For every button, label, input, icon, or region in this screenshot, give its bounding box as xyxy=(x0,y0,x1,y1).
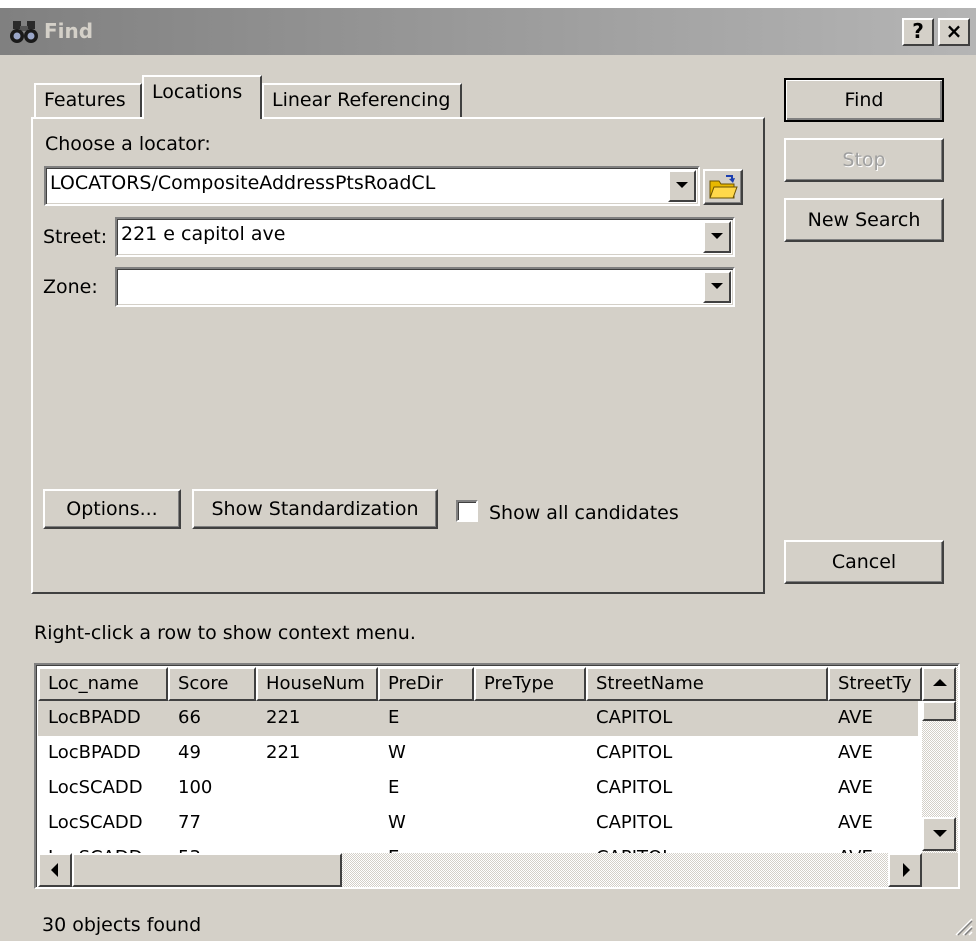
table-cell: AVE xyxy=(838,742,873,763)
table-cell: 49 xyxy=(178,742,201,763)
table-cell: 221 xyxy=(266,707,301,728)
street-dropdown-arrow-icon[interactable] xyxy=(703,221,731,253)
help-button[interactable]: ? xyxy=(902,18,934,46)
column-header-score[interactable]: Score xyxy=(168,667,256,701)
locations-panel: Choose a locator: LOCATORS/CompositeAddr… xyxy=(31,117,765,594)
scroll-up-arrow-icon[interactable] xyxy=(922,667,956,701)
context-menu-hint: Right-click a row to show context menu. xyxy=(34,622,416,644)
table-cell: LocBPADD xyxy=(48,742,141,763)
vertical-scroll-thumb[interactable] xyxy=(922,701,956,721)
show-all-candidates-checkbox[interactable] xyxy=(456,500,478,522)
browse-locator-button[interactable] xyxy=(703,169,743,205)
table-cell: 77 xyxy=(178,812,201,833)
zone-input[interactable] xyxy=(115,267,735,307)
scrollbar-corner xyxy=(922,853,958,887)
horizontal-scroll-thumb[interactable] xyxy=(72,853,342,887)
table-cell: LocSCADD xyxy=(48,812,143,833)
tab-features-label: Features xyxy=(44,89,126,111)
table-row[interactable]: LocSCADD 100 E CAPITOL AVE xyxy=(38,771,918,806)
vertical-scrollbar[interactable] xyxy=(922,667,958,853)
tab-locations[interactable]: Locations xyxy=(142,75,262,119)
table-cell: W xyxy=(388,742,406,763)
new-search-button[interactable]: New Search xyxy=(784,198,944,242)
scroll-right-arrow-icon[interactable] xyxy=(888,853,922,887)
locator-label: Choose a locator: xyxy=(45,133,211,155)
horizontal-scrollbar[interactable] xyxy=(38,853,922,887)
locator-dropdown-arrow-icon[interactable] xyxy=(668,170,696,202)
tab-linear-referencing-label: Linear Referencing xyxy=(272,89,451,111)
scroll-left-arrow-icon[interactable] xyxy=(38,853,72,887)
column-header-streetname[interactable]: StreetName xyxy=(586,667,828,701)
street-label: Street: xyxy=(43,226,108,248)
scroll-down-arrow-icon[interactable] xyxy=(922,817,956,851)
table-cell: W xyxy=(388,812,406,833)
options-button[interactable]: Options... xyxy=(43,489,181,529)
tab-locations-label: Locations xyxy=(152,81,243,103)
table-row[interactable]: LocSCADD 77 W CAPITOL AVE xyxy=(38,806,918,841)
table-cell: CAPITOL xyxy=(596,742,673,763)
street-input[interactable]: 221 e capitol ave xyxy=(115,217,735,257)
table-cell: LocSCADD xyxy=(48,777,143,798)
cancel-button[interactable]: Cancel xyxy=(784,540,944,584)
results-table[interactable]: Loc_name Score HouseNum PreDir PreType S… xyxy=(34,663,960,889)
tab-linear-referencing[interactable]: Linear Referencing xyxy=(262,83,462,119)
column-header-loc-name[interactable]: Loc_name xyxy=(38,667,168,701)
tab-features[interactable]: Features xyxy=(34,83,142,119)
column-header-predir[interactable]: PreDir xyxy=(378,667,474,701)
table-cell: CAPITOL xyxy=(596,707,673,728)
table-cell: E xyxy=(388,777,400,798)
binoculars-icon xyxy=(10,21,38,43)
street-value: 221 e capitol ave xyxy=(121,223,286,245)
find-button[interactable]: Find xyxy=(784,78,944,122)
zone-label: Zone: xyxy=(43,276,98,298)
status-text: 30 objects found xyxy=(42,914,202,936)
stop-button[interactable]: Stop xyxy=(784,138,944,182)
column-header-housenum[interactable]: HouseNum xyxy=(256,667,378,701)
zone-dropdown-arrow-icon[interactable] xyxy=(703,271,731,303)
table-cell: 100 xyxy=(178,777,213,798)
column-header-streettype[interactable]: StreetTy xyxy=(828,667,922,701)
table-cell: LocBPADD xyxy=(48,707,141,728)
table-cell: CAPITOL xyxy=(596,777,673,798)
show-all-candidates-label: Show all candidates xyxy=(489,502,679,524)
table-cell: AVE xyxy=(838,777,873,798)
locator-select[interactable]: LOCATORS/CompositeAddressPtsRoadCL xyxy=(44,166,700,206)
table-cell: AVE xyxy=(838,707,873,728)
show-standardization-button[interactable]: Show Standardization xyxy=(192,489,438,529)
window-title: Find xyxy=(44,19,94,43)
table-cell: E xyxy=(388,707,400,728)
table-row[interactable]: LocBPADD 49 221 W CAPITOL AVE xyxy=(38,736,918,771)
table-cell: CAPITOL xyxy=(596,812,673,833)
column-header-pretype[interactable]: PreType xyxy=(474,667,586,701)
close-button[interactable]: × xyxy=(938,18,970,46)
find-dialog: Find ? × Features Locations Linear Refer… xyxy=(0,8,976,941)
open-folder-icon xyxy=(709,175,738,199)
table-row[interactable]: LocBPADD 66 221 E CAPITOL AVE xyxy=(38,701,918,736)
title-bar: Find ? × xyxy=(0,8,976,55)
locator-value: LOCATORS/CompositeAddressPtsRoadCL xyxy=(50,172,436,194)
table-cell: 66 xyxy=(178,707,201,728)
resize-grip-icon[interactable] xyxy=(950,913,974,937)
table-cell: AVE xyxy=(838,812,873,833)
table-cell: 221 xyxy=(266,742,301,763)
